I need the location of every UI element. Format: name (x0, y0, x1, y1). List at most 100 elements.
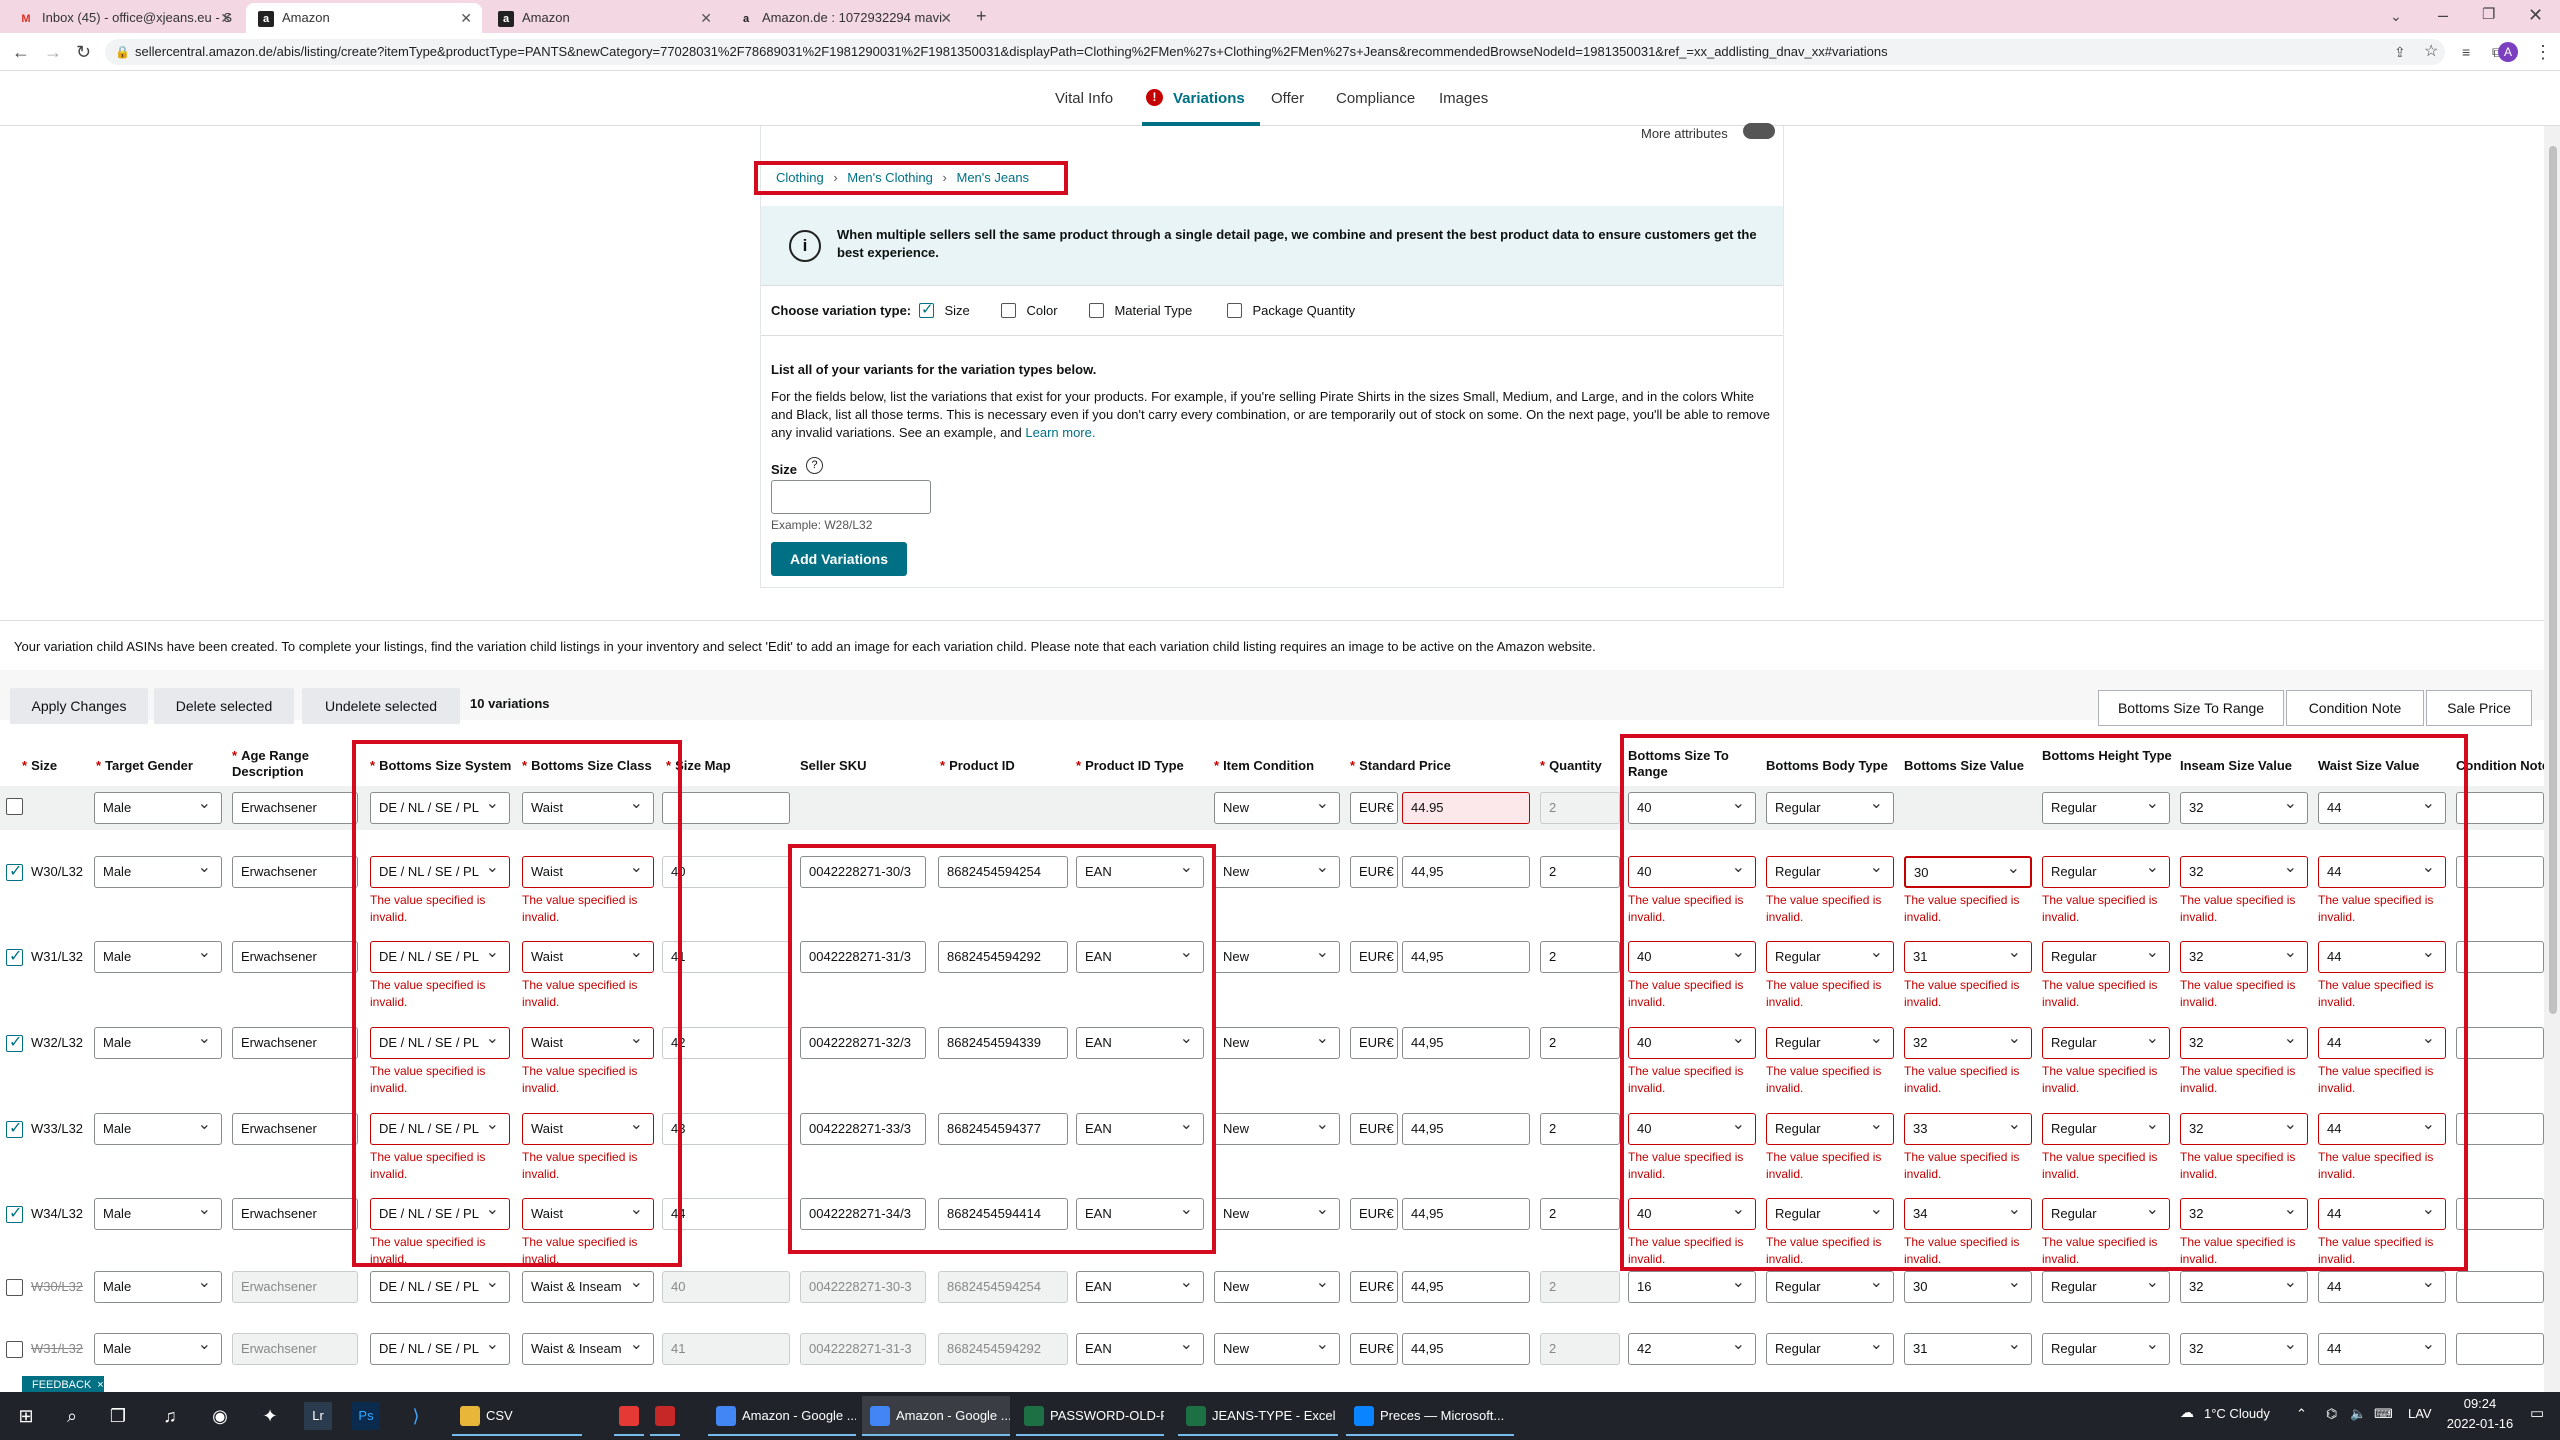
add-variations-button[interactable]: Add Variations (771, 542, 907, 576)
variation-type-material[interactable]: Material Type (1089, 302, 1192, 320)
row-gender-select[interactable]: Male (94, 1333, 222, 1365)
tab-compliance[interactable]: Compliance (1336, 90, 1415, 107)
row-wsv-select[interactable]: 44 (2318, 1113, 2446, 1145)
row-qty-input[interactable]: 2 (1540, 1198, 1620, 1230)
row-bsv-select[interactable]: 31 (1904, 941, 2032, 973)
row-age-input[interactable]: Erwachsener (232, 1027, 358, 1059)
reload-icon[interactable]: ↻ (76, 42, 91, 62)
delete-selected-button[interactable]: Delete selected (154, 688, 294, 724)
photoshop-icon[interactable]: Ps (352, 1402, 380, 1430)
row-pid-input[interactable]: 8682454594254 (938, 856, 1068, 888)
new-tab-icon[interactable]: + (976, 6, 987, 26)
row-bsc-select[interactable]: Waist (522, 1198, 654, 1230)
notifications-icon[interactable]: ▭ (2530, 1404, 2544, 1422)
reading-list-icon[interactable]: ≡ (2462, 42, 2470, 62)
row-bstr-select[interactable]: 40 (1628, 1198, 1756, 1230)
row-wsv-select[interactable]: 44 (2318, 1333, 2446, 1365)
taskbar-app[interactable]: Amazon - Google ... (708, 1396, 856, 1436)
row-sku-input[interactable]: 0042228271-31/3 (800, 941, 926, 973)
row-sku-input[interactable]: 0042228271-30/3 (800, 856, 926, 888)
row-wsv-select[interactable]: 44 (2318, 1027, 2446, 1059)
master-price-input[interactable]: 44.95 (1402, 792, 1530, 824)
row-wsv-select[interactable]: 44 (2318, 856, 2446, 888)
row-condition-note-input[interactable] (2456, 941, 2544, 973)
apply-changes-button[interactable]: Apply Changes (10, 688, 148, 724)
row-wsv-select[interactable]: 44 (2318, 1271, 2446, 1303)
row-isv-select[interactable]: 32 (2180, 856, 2308, 888)
row-checkbox[interactable] (6, 1279, 23, 1296)
row-bht-select[interactable]: Regular (2042, 1198, 2170, 1230)
row-sku-input[interactable]: 0042228271-32/3 (800, 1027, 926, 1059)
row-pid-type-select[interactable]: EAN (1076, 856, 1204, 888)
row-isv-select[interactable]: 32 (2180, 1271, 2308, 1303)
browser-menu-icon[interactable]: ⋮ (2534, 42, 2552, 62)
speaker-icon[interactable]: 🔈 (2350, 1406, 2366, 1422)
row-bht-select[interactable]: Regular (2042, 1333, 2170, 1365)
row-bsv-select[interactable]: 30 (1904, 856, 2032, 888)
itunes-icon[interactable]: ♫ (156, 1402, 184, 1430)
row-size-map-input[interactable]: 41 (662, 941, 790, 973)
row-bss-select[interactable]: DE / NL / SE / PL (370, 1333, 510, 1365)
bookmark-star-icon[interactable]: ☆ (2424, 42, 2438, 62)
row-bsc-select[interactable]: Waist (522, 856, 654, 888)
tray-chevron-icon[interactable]: ⌃ (2296, 1406, 2307, 1422)
taskbar-app[interactable]: PASSWORD-OLD-F... (1016, 1396, 1164, 1436)
row-bht-select[interactable]: Regular (2042, 941, 2170, 973)
row-qty-input[interactable]: 2 (1540, 1027, 1620, 1059)
row-condition-note-input[interactable] (2456, 1333, 2544, 1365)
network-icon[interactable]: ⌬ (2326, 1406, 2337, 1422)
row-bsv-select[interactable]: 32 (1904, 1027, 2032, 1059)
row-condition-select[interactable]: New (1214, 1027, 1340, 1059)
row-pid-input[interactable]: 8682454594292 (938, 1333, 1068, 1365)
tab-offer[interactable]: Offer (1271, 90, 1304, 107)
keyboard-icon[interactable]: ⌨ (2374, 1406, 2393, 1422)
row-price-input[interactable]: 44,95 (1402, 1113, 1530, 1145)
close-tab-icon[interactable]: ✕ (460, 3, 472, 33)
row-bsc-select[interactable]: Waist (522, 1027, 654, 1059)
master-bbt-select[interactable]: Regular (1766, 792, 1894, 824)
row-isv-select[interactable]: 32 (2180, 1027, 2308, 1059)
checkbox-icon[interactable] (1227, 303, 1242, 319)
row-qty-input[interactable]: 2 (1540, 1113, 1620, 1145)
clock-time[interactable]: 09:24 (2450, 1396, 2510, 1411)
row-bsc-select[interactable]: Waist (522, 1113, 654, 1145)
master-bss-select[interactable]: DE / NL / SE / PL (370, 792, 510, 824)
master-size-map-input[interactable] (662, 792, 790, 824)
checkbox-icon[interactable] (1001, 303, 1016, 319)
master-bstr-select[interactable]: 40 (1628, 792, 1756, 824)
browser-tab-gmail[interactable]: M Inbox (45) - office@xjeans.eu - S ✕ (6, 3, 242, 33)
row-condition-select[interactable]: New (1214, 1333, 1340, 1365)
taskbar-app[interactable]: CSV (452, 1396, 582, 1436)
more-attributes-toggle[interactable] (1743, 123, 1775, 139)
row-gender-select[interactable]: Male (94, 1271, 222, 1303)
row-price-input[interactable]: 44,95 (1402, 856, 1530, 888)
row-bsv-select[interactable]: 30 (1904, 1271, 2032, 1303)
taskbar-app[interactable]: Preces — Microsoft... (1346, 1396, 1514, 1436)
learn-more-link[interactable]: Learn more. (1025, 425, 1095, 440)
forward-icon[interactable]: → (44, 42, 62, 62)
row-price-input[interactable]: 44,95 (1402, 1333, 1530, 1365)
row-price-input[interactable]: 44,95 (1402, 1027, 1530, 1059)
task-view-icon[interactable]: ❐ (104, 1402, 132, 1430)
row-pid-input[interactable]: 8682454594292 (938, 941, 1068, 973)
sale-price-column-button[interactable]: Sale Price (2426, 690, 2532, 726)
master-isv-select[interactable]: 32 (2180, 792, 2308, 824)
row-isv-select[interactable]: 32 (2180, 1113, 2308, 1145)
row-gender-select[interactable]: Male (94, 941, 222, 973)
row-size-map-input[interactable]: 43 (662, 1113, 790, 1145)
row-bstr-select[interactable]: 40 (1628, 856, 1756, 888)
tab-images[interactable]: Images (1439, 90, 1488, 107)
row-bbt-select[interactable]: Regular (1766, 1113, 1894, 1145)
row-age-input[interactable]: Erwachsener (232, 1271, 358, 1303)
row-bbt-select[interactable]: Regular (1766, 856, 1894, 888)
row-condition-select[interactable]: New (1214, 941, 1340, 973)
row-qty-input[interactable]: 2 (1540, 941, 1620, 973)
master-bht-select[interactable]: Regular (2042, 792, 2170, 824)
row-gender-select[interactable]: Male (94, 1198, 222, 1230)
browser-tab-amazon-de[interactable]: a Amazon.de : 1072932294 mavi ✕ (726, 3, 962, 33)
row-sku-input[interactable]: 0042228271-30-3 (800, 1271, 926, 1303)
close-tab-icon[interactable]: ✕ (940, 3, 952, 33)
row-wsv-select[interactable]: 44 (2318, 1198, 2446, 1230)
master-quantity-input[interactable]: 2 (1540, 792, 1620, 824)
master-wsv-select[interactable]: 44 (2318, 792, 2446, 824)
